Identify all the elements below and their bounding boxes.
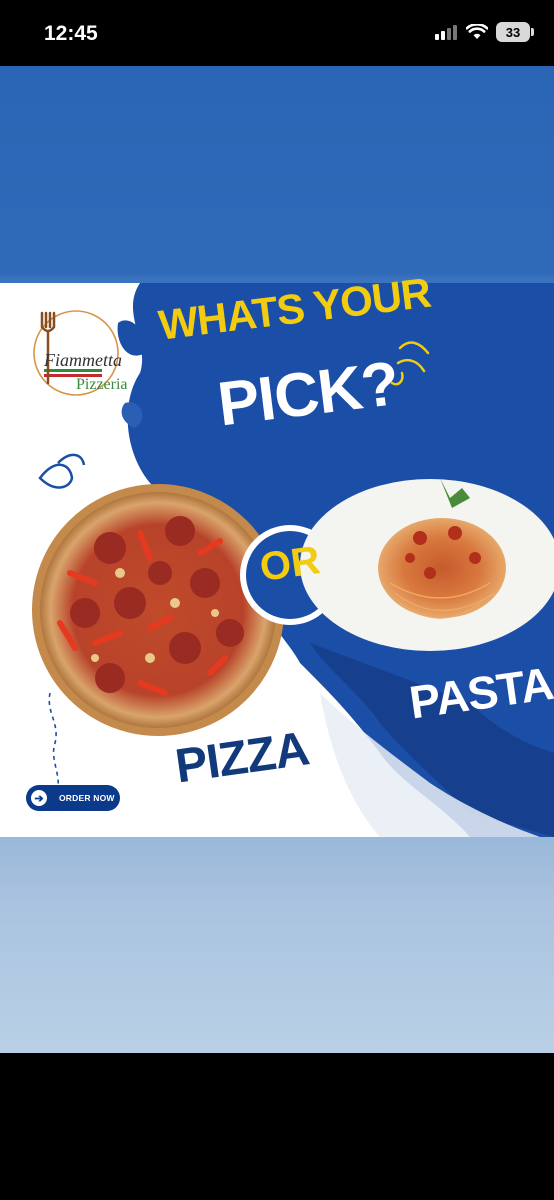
bottom-bar <box>0 1053 554 1200</box>
signal-icon <box>435 25 457 40</box>
brand-name: Fiammetta <box>44 350 122 370</box>
battery-level: 33 <box>505 24 521 40</box>
wifi-icon <box>466 24 488 39</box>
status-time: 12:45 <box>44 22 98 45</box>
order-now-label: ORDER NOW <box>59 793 115 803</box>
status-icons: 33 <box>434 22 534 42</box>
status-bar: 12:45 33 <box>0 0 554 66</box>
brand-subtitle: Pizzeria <box>76 376 128 393</box>
order-now-button[interactable]: ➔ ORDER NOW <box>26 785 120 811</box>
arrow-right-icon: ➔ <box>31 790 47 806</box>
battery-icon: 33 <box>496 22 534 42</box>
